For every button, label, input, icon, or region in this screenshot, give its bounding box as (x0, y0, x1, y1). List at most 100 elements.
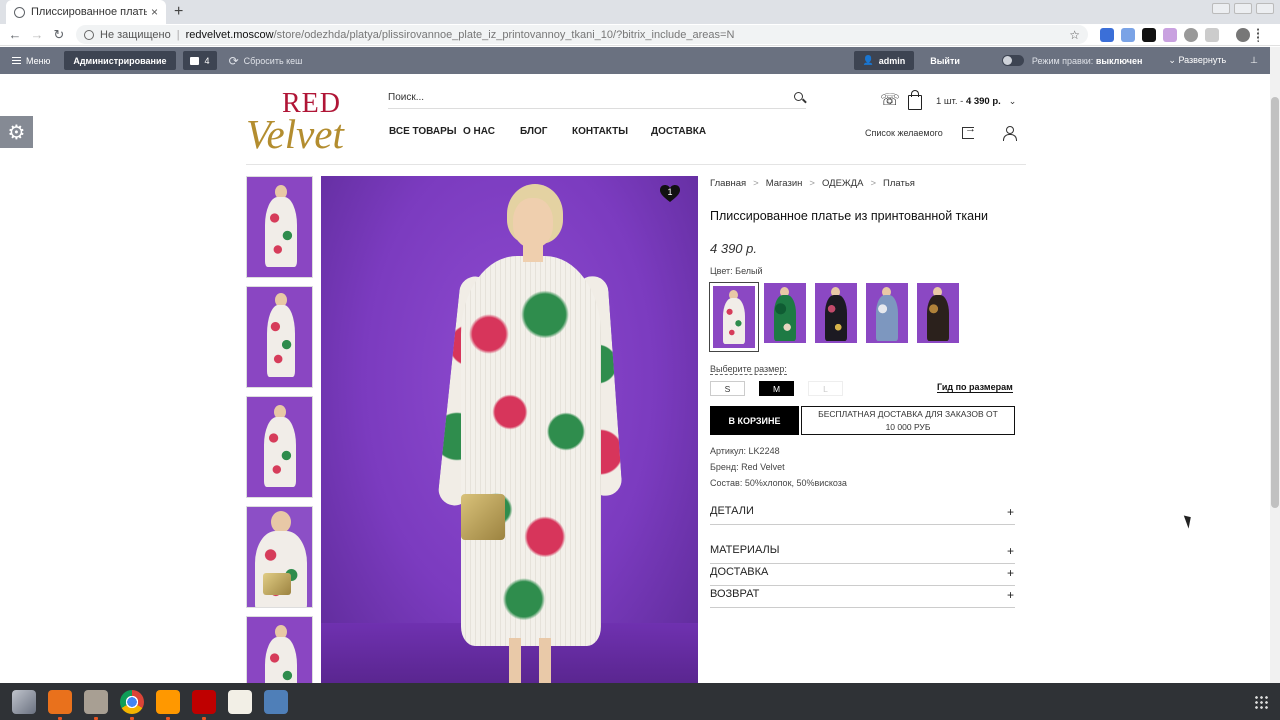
product-price: 4 390 р. (710, 241, 757, 256)
account-icon[interactable] (1003, 126, 1017, 141)
breadcrumb-separator: > (809, 178, 815, 189)
accordion-returns[interactable]: ВОЗВРАТ + (710, 588, 1015, 608)
chrome-icon[interactable] (120, 689, 144, 720)
breadcrumb-clothes[interactable]: ОДЕЖДА (822, 178, 864, 189)
breadcrumb-dresses[interactable]: Платья (883, 178, 915, 189)
chevron-down-icon[interactable]: ⌄ (1009, 96, 1017, 107)
forward-icon[interactable]: → (26, 27, 48, 42)
nav-all-products[interactable]: ВСЕ ТОВАРЫ (389, 126, 463, 137)
main-product-photo[interactable] (321, 176, 698, 683)
nav-blog[interactable]: БЛОГ (520, 126, 572, 137)
minimize-button[interactable] (1212, 3, 1230, 14)
cart-summary[interactable]: 1 шт. - 4 390 р. (936, 96, 1001, 107)
page-scrollbar[interactable] (1270, 47, 1280, 683)
browser-tab[interactable]: Плиссированное платье из × (6, 0, 166, 24)
breadcrumb: Главная > Магазин > ОДЕЖДА > Платья (710, 178, 915, 189)
administration-button[interactable]: Администрирование (64, 51, 176, 70)
extension-layers-icon[interactable] (1205, 27, 1219, 42)
extension-globe-icon[interactable] (1184, 27, 1198, 42)
accordion-details[interactable]: ДЕТАЛИ + (710, 505, 1015, 525)
scrollbar-thumb[interactable] (1271, 97, 1279, 508)
edit-mode-label: Режим правки: выключен (1032, 56, 1142, 66)
size-s-button[interactable]: S (710, 381, 745, 396)
expand-label: Развернуть (1178, 55, 1227, 65)
plus-icon: + (1006, 544, 1014, 558)
thumb-figure (264, 417, 296, 487)
screenshot-icon[interactable] (264, 689, 288, 714)
maximize-button[interactable] (1234, 3, 1252, 14)
system-settings-icon[interactable] (12, 689, 36, 714)
breadcrumb-shop[interactable]: Магазин (766, 178, 803, 189)
tab-close-icon[interactable]: × (151, 5, 158, 19)
extension-flag-icon[interactable] (1100, 27, 1114, 42)
settings-gear-icon[interactable]: ⚙ (0, 116, 33, 148)
color-swatch-blue[interactable] (866, 283, 908, 343)
breadcrumb-separator: > (753, 178, 759, 189)
breadcrumb-home[interactable]: Главная (710, 178, 746, 189)
breadcrumb-separator: > (870, 178, 877, 189)
phone-icon[interactable]: ☏ (880, 92, 900, 110)
thumb-figure (255, 531, 307, 607)
notifications-button[interactable]: 4 (182, 51, 217, 70)
extension-01-icon[interactable] (1142, 27, 1156, 42)
size-l-button[interactable]: L (808, 381, 843, 396)
clear-cache-button[interactable]: ⟳ Сбросить кеш (229, 54, 303, 68)
back-icon[interactable]: ← (4, 27, 26, 42)
admin-user-button[interactable]: 👤 admin (853, 51, 915, 70)
mouse-cursor-icon (1183, 513, 1195, 529)
sublime-text-icon[interactable] (156, 689, 180, 720)
color-swatch-green[interactable] (764, 283, 806, 343)
info-icon[interactable] (84, 29, 94, 40)
expand-panel-button[interactable]: ⌄ Развернуть (1168, 55, 1226, 66)
window-controls (1212, 3, 1274, 14)
profile-avatar-icon[interactable] (1236, 27, 1250, 42)
filezilla-icon[interactable] (192, 689, 216, 720)
file-manager-icon[interactable] (84, 689, 108, 720)
free-shipping-banner: БЕСПЛАТНАЯ ДОСТАВКА ДЛЯ ЗАКАЗОВ ОТ 10 00… (801, 406, 1015, 435)
app-grid-icon[interactable] (1254, 694, 1268, 709)
thumb-figure (271, 511, 291, 533)
accordion-delivery[interactable]: ДОСТАВКА + (710, 566, 1015, 586)
model-handbag (461, 494, 505, 540)
text-editor-icon[interactable] (228, 689, 252, 714)
nav-delivery[interactable]: ДОСТАВКА (651, 126, 706, 137)
nav-about[interactable]: О НАС (463, 126, 520, 137)
site-logo[interactable]: RED Velvet (246, 88, 368, 157)
software-center-icon[interactable] (48, 689, 72, 720)
accordion-materials[interactable]: МАТЕРИАЛЫ + (710, 544, 1015, 564)
search-input[interactable] (388, 92, 768, 103)
shopping-bag-icon[interactable] (908, 89, 922, 110)
extension-doc-icon[interactable] (1121, 27, 1135, 42)
color-swatch-brown[interactable] (917, 283, 959, 343)
product-title: Плиссированное платье из принтованной тк… (710, 209, 988, 223)
color-swatch-black[interactable] (815, 283, 857, 343)
pin-icon[interactable]: ⊥ (1250, 55, 1258, 66)
new-tab-button[interactable]: + (174, 3, 183, 21)
thumbnail-image[interactable] (246, 506, 313, 608)
login-icon[interactable] (962, 123, 976, 139)
in-cart-button[interactable]: В КОРЗИНЕ (710, 406, 799, 435)
size-guide-link[interactable]: Гид по размерам (937, 382, 1013, 393)
thumb-figure (265, 197, 297, 267)
model-dress (461, 256, 601, 646)
favorite-heart-icon[interactable]: 1 (660, 185, 680, 203)
search-icon[interactable] (794, 92, 803, 101)
edit-mode-toggle[interactable] (1001, 55, 1024, 66)
wishlist-link[interactable]: Список желаемого (865, 128, 943, 138)
address-bar[interactable]: Не защищено | redvelvet.moscow /store/od… (76, 25, 1088, 44)
close-window-button[interactable] (1256, 3, 1274, 14)
thumbnail-image[interactable] (246, 396, 313, 498)
reload-icon[interactable]: ↻ (48, 27, 70, 43)
bookmark-star-icon[interactable]: ☆ (1069, 28, 1080, 42)
color-swatch-white[interactable] (709, 282, 759, 352)
extension-pen-icon[interactable] (1163, 27, 1177, 42)
size-m-button[interactable]: M (759, 381, 794, 396)
admin-menu-button[interactable]: Меню (12, 56, 50, 66)
thumbnail-image[interactable] (246, 176, 313, 278)
thumbnail-image[interactable] (246, 286, 313, 388)
plus-icon: + (1006, 588, 1014, 602)
more-menu-icon[interactable] (1257, 27, 1261, 42)
nav-contacts[interactable]: КОНТАКТЫ (572, 126, 651, 137)
logout-button[interactable]: Выйти (930, 56, 960, 66)
main-navigation: ВСЕ ТОВАРЫ О НАС БЛОГ КОНТАКТЫ ДОСТАВКА (389, 126, 706, 137)
